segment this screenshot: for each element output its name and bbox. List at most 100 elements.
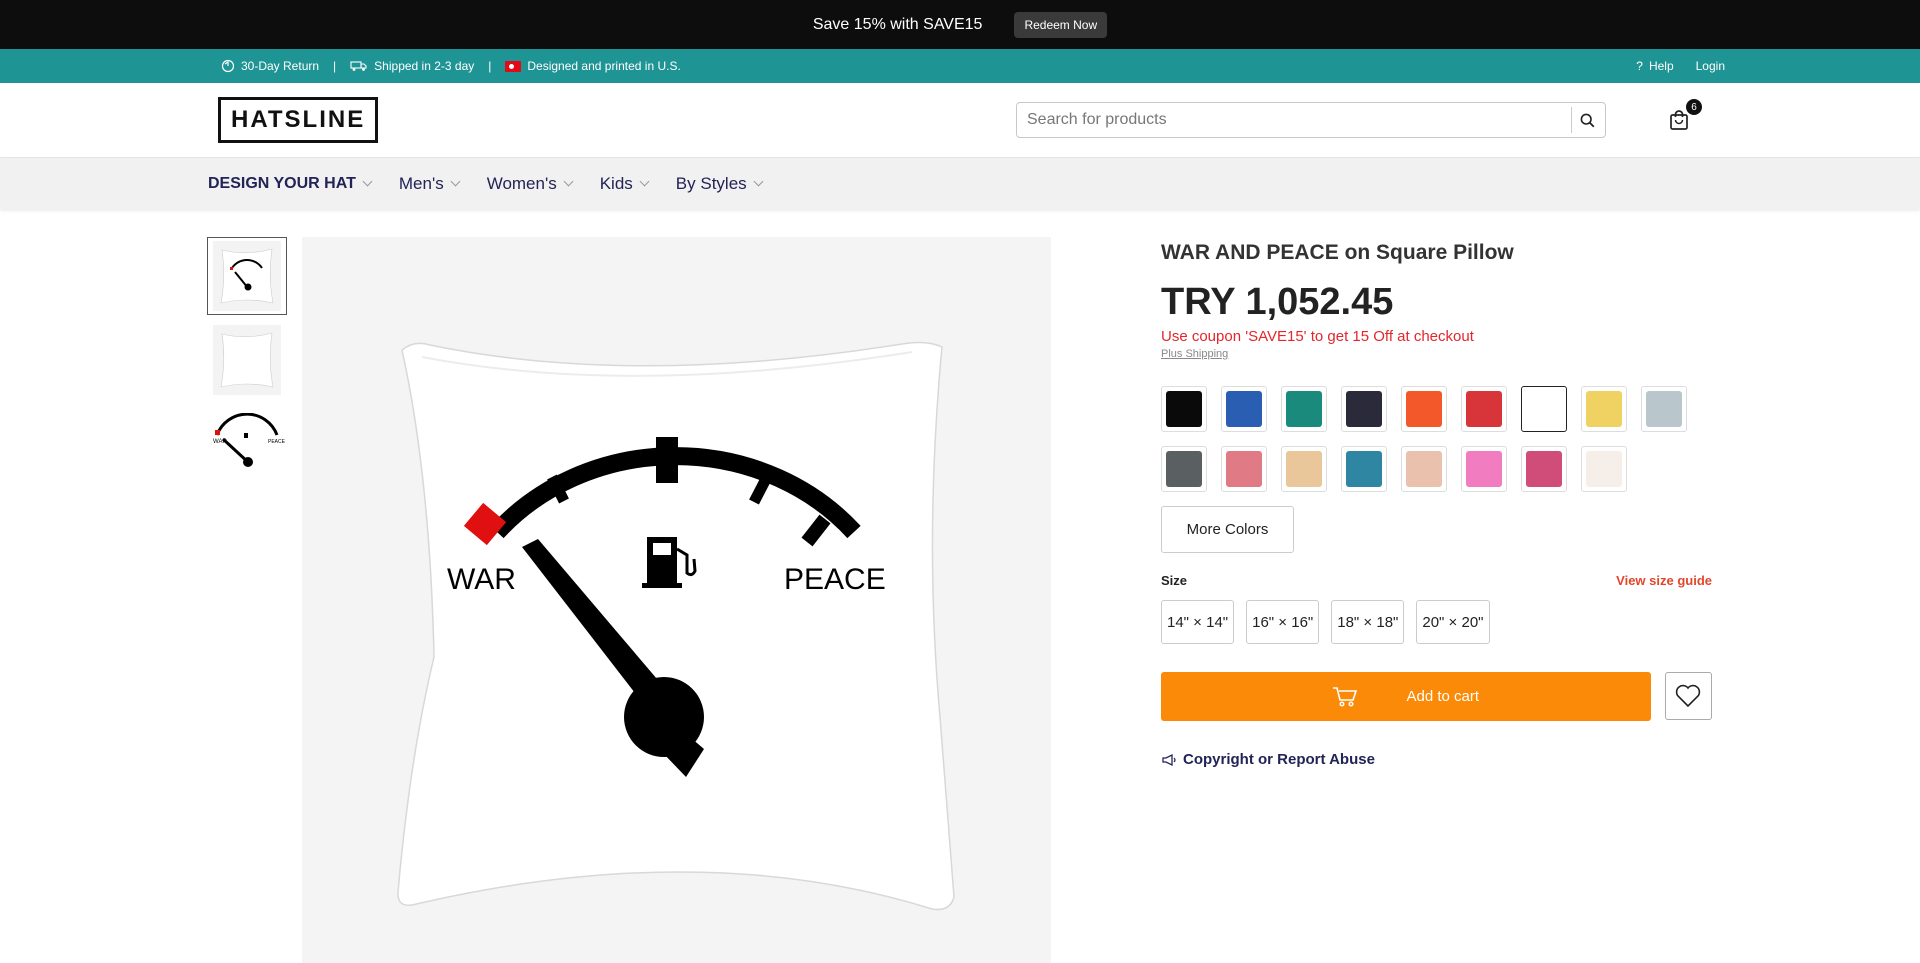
wishlist-button[interactable] xyxy=(1664,672,1712,720)
cart-count-badge: 6 xyxy=(1686,99,1702,115)
info-features: 30-Day Return | Shipped in 2-3 day | Des… xyxy=(221,59,681,73)
thumbnail-design[interactable]: WAR PEACE xyxy=(207,405,287,483)
report-label: Copyright or Report Abuse xyxy=(1183,751,1375,768)
product-details: WAR AND PEACE on Square Pillow TRY 1,052… xyxy=(1161,237,1712,768)
color-swatch[interactable] xyxy=(1581,386,1627,432)
truck-icon xyxy=(350,61,367,71)
color-swatch[interactable] xyxy=(1401,386,1447,432)
size-label: Size xyxy=(1161,573,1188,588)
thumbnail-pillow-blank[interactable] xyxy=(207,321,287,399)
size-option[interactable]: 16" × 16" xyxy=(1246,600,1320,644)
product-page: WAR PEACE WAR PEACE WAR AND PEACE on Squ… xyxy=(0,209,1920,963)
return-info: 30-Day Return xyxy=(221,59,319,73)
color-swatch[interactable] xyxy=(1401,446,1447,492)
info-separator: | xyxy=(488,59,492,73)
size-guide-link[interactable]: View size guide xyxy=(1616,573,1712,588)
product-image: WAR PEACE xyxy=(302,237,1051,963)
color-swatch-fill xyxy=(1226,391,1262,427)
return-icon xyxy=(221,59,235,73)
redeem-now-button[interactable]: Redeem Now xyxy=(1014,11,1108,38)
header-actions: 6 xyxy=(1016,99,1702,138)
color-swatch[interactable] xyxy=(1521,386,1567,432)
size-option[interactable]: 18" × 18" xyxy=(1331,600,1405,644)
color-swatch[interactable] xyxy=(1221,446,1267,492)
help-label: Help xyxy=(1648,59,1674,73)
color-swatch-fill xyxy=(1406,391,1442,427)
color-swatch-fill xyxy=(1586,451,1622,487)
color-swatch[interactable] xyxy=(1581,446,1627,492)
color-swatch[interactable] xyxy=(1281,386,1327,432)
chevron-down-icon xyxy=(639,176,650,187)
login-link[interactable]: Login xyxy=(1696,59,1725,73)
thumbnail-pillow-front[interactable] xyxy=(207,237,287,315)
color-swatch-fill xyxy=(1286,391,1322,427)
search-box xyxy=(1016,102,1606,138)
nav-design-your-hat[interactable]: DESIGN YOUR HAT xyxy=(208,174,373,193)
site-logo[interactable]: HATSLINE xyxy=(218,97,379,143)
color-swatch-fill xyxy=(1526,451,1562,487)
chevron-down-icon xyxy=(753,176,764,187)
nav-by-styles[interactable]: By Styles xyxy=(675,173,764,194)
shipping-info: Shipped in 2-3 day xyxy=(350,59,474,73)
return-text: 30-Day Return xyxy=(241,59,320,73)
search-button[interactable] xyxy=(1571,107,1603,133)
color-swatch-fill xyxy=(1286,451,1322,487)
color-swatch[interactable] xyxy=(1641,386,1687,432)
color-swatch-fill xyxy=(1166,451,1202,487)
shipping-link[interactable]: Plus Shipping xyxy=(1161,348,1712,360)
nav-label: Men's xyxy=(398,173,444,193)
shipping-text: Shipped in 2-3 day xyxy=(374,59,475,73)
color-swatch-fill xyxy=(1466,451,1502,487)
heart-icon xyxy=(1676,684,1701,708)
nav-mens[interactable]: Men's xyxy=(398,173,461,194)
color-swatch-fill xyxy=(1526,391,1562,427)
svg-text:PEACE: PEACE xyxy=(268,439,285,445)
thumbnail-image xyxy=(213,325,281,395)
size-option[interactable]: 20" × 20" xyxy=(1416,600,1490,644)
product-title: WAR AND PEACE on Square Pillow xyxy=(1161,241,1514,264)
promo-bar: Save 15% with SAVE15 Redeem Now xyxy=(0,0,1920,49)
report-abuse-link[interactable]: Copyright or Report Abuse xyxy=(1161,751,1712,768)
color-swatch-fill xyxy=(1346,391,1382,427)
nav-kids[interactable]: Kids xyxy=(599,173,650,194)
nav-label: Women's xyxy=(486,173,557,193)
size-header: Size View size guide xyxy=(1161,573,1712,588)
megaphone-icon xyxy=(1162,753,1176,766)
cart-button[interactable]: 6 xyxy=(1666,99,1702,133)
color-swatch[interactable] xyxy=(1341,386,1387,432)
color-swatch[interactable] xyxy=(1281,446,1327,492)
color-swatch-fill xyxy=(1226,451,1262,487)
nav-womens[interactable]: Women's xyxy=(486,173,574,194)
help-link[interactable]: ? Help xyxy=(1636,59,1673,73)
color-swatch[interactable] xyxy=(1221,386,1267,432)
account-links: ? Help Login xyxy=(1636,59,1725,73)
size-options: 14" × 14" 16" × 16" 18" × 18" 20" × 20" xyxy=(1161,600,1712,644)
chevron-down-icon xyxy=(450,176,461,187)
nav-label: By Styles xyxy=(675,173,747,193)
help-icon: ? xyxy=(1636,59,1643,73)
color-swatch[interactable] xyxy=(1161,386,1207,432)
shopping-bag-icon xyxy=(1670,110,1688,130)
coupon-notice: Use coupon 'SAVE15' to get 15 Off at che… xyxy=(1161,328,1474,345)
color-swatch[interactable] xyxy=(1521,446,1567,492)
info-bar: 30-Day Return | Shipped in 2-3 day | Des… xyxy=(0,49,1920,83)
size-option[interactable]: 14" × 14" xyxy=(1161,600,1235,644)
search-input[interactable] xyxy=(1017,103,1571,137)
flag-icon xyxy=(505,60,522,72)
nav-label: DESIGN YOUR HAT xyxy=(208,174,356,192)
color-swatch[interactable] xyxy=(1161,446,1207,492)
color-swatch-fill xyxy=(1646,391,1682,427)
add-to-cart-button[interactable]: Add to cart xyxy=(1161,672,1651,721)
promo-text: Save 15% with SAVE15 xyxy=(812,15,983,33)
war-label: WAR xyxy=(447,563,516,596)
color-swatch[interactable] xyxy=(1341,446,1387,492)
cart-icon xyxy=(1333,686,1358,707)
more-colors-button[interactable]: More Colors xyxy=(1161,506,1294,553)
purchase-actions: Add to cart xyxy=(1161,672,1712,721)
nav-label: Kids xyxy=(599,173,633,193)
color-swatch[interactable] xyxy=(1461,446,1507,492)
color-swatch-fill xyxy=(1346,451,1382,487)
color-swatches xyxy=(1161,386,1712,492)
info-separator: | xyxy=(333,59,337,73)
color-swatch[interactable] xyxy=(1461,386,1507,432)
